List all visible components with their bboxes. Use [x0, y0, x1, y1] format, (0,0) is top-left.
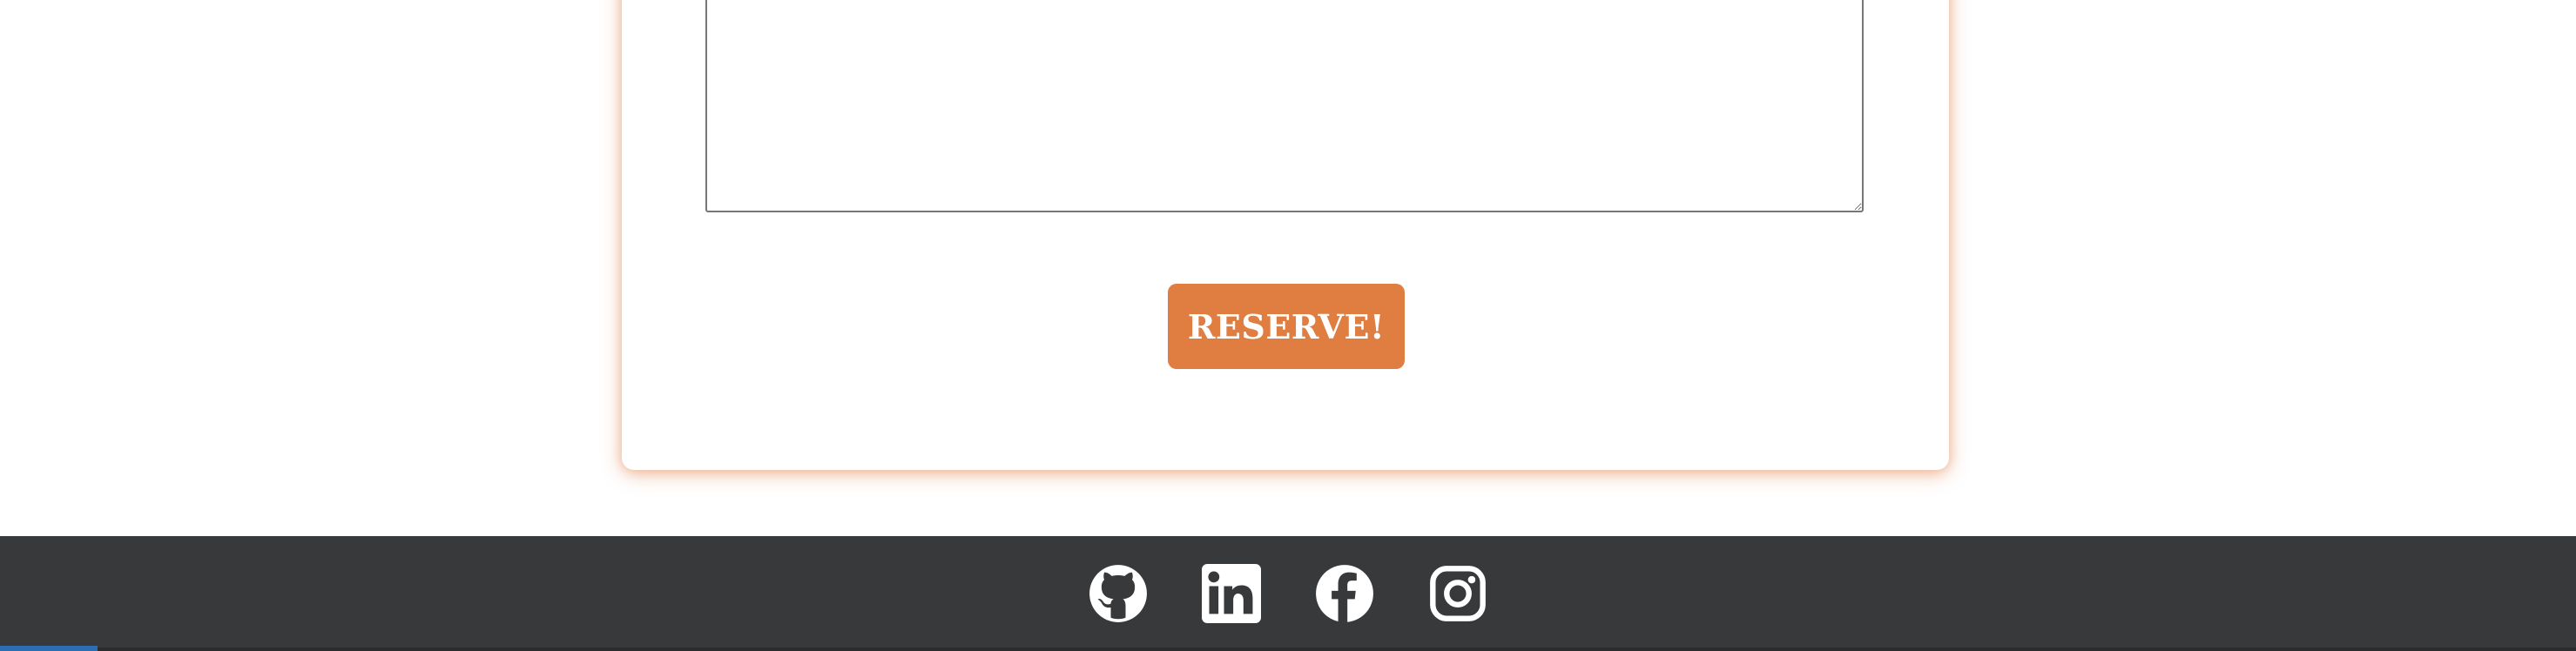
- reserve-button[interactable]: RESERVE!: [1168, 284, 1405, 369]
- instagram-link[interactable]: [1428, 564, 1487, 623]
- instagram-icon: [1430, 566, 1486, 621]
- github-icon: [1089, 565, 1147, 622]
- reservation-form-card: RESERVE!: [622, 0, 1949, 470]
- github-link[interactable]: [1089, 564, 1148, 623]
- linkedin-link[interactable]: [1202, 564, 1261, 623]
- taskbar-edge: [0, 648, 2576, 651]
- taskbar-start-edge: [0, 646, 98, 651]
- message-textarea[interactable]: [705, 0, 1864, 212]
- site-footer: [0, 536, 2576, 651]
- linkedin-icon: [1202, 564, 1261, 623]
- facebook-icon: [1316, 565, 1373, 623]
- facebook-link[interactable]: [1315, 564, 1374, 623]
